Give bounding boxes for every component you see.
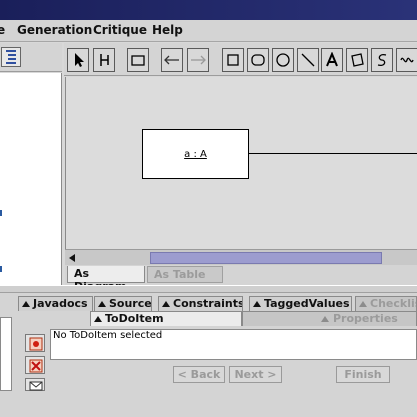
- email-todo-button[interactable]: [25, 378, 45, 391]
- rectangle-tool-button[interactable]: [222, 48, 244, 72]
- spline-tool-button[interactable]: [371, 48, 393, 72]
- new-todo-icon: [29, 337, 43, 351]
- class-icon: [131, 55, 145, 66]
- rounded-rectangle-tool-button[interactable]: [247, 48, 269, 72]
- menu-generation[interactable]: Generation: [17, 23, 92, 37]
- menu-file-partial[interactable]: e: [0, 23, 5, 37]
- navigator-toolbar: [0, 43, 62, 72]
- diagram-view-tabs: As Diagram As Table: [65, 265, 417, 293]
- class-node-label: a : A: [184, 149, 207, 160]
- resolve-todo-icon: [29, 359, 43, 373]
- ink-tool-button[interactable]: [396, 48, 417, 72]
- broom-icon: [100, 54, 109, 66]
- navigator-tree-pane[interactable]: [0, 73, 62, 285]
- wizard-finish-button[interactable]: Finish: [336, 366, 390, 383]
- rectangle-icon: [227, 54, 239, 66]
- tab-tagged-values[interactable]: TaggedValues: [249, 296, 352, 311]
- tab-triangle-icon: [98, 301, 106, 307]
- polygon-tool-button[interactable]: [346, 48, 368, 72]
- tab-triangle-icon: [321, 316, 329, 322]
- tab-todo-item[interactable]: ToDoItem: [90, 311, 242, 326]
- navigator-config-button[interactable]: [1, 47, 21, 67]
- window-title-bar: [0, 0, 417, 20]
- tab-triangle-icon: [359, 301, 367, 307]
- menu-critique[interactable]: Critique: [93, 23, 147, 37]
- list-config-icon: [6, 50, 16, 64]
- class-tool-button[interactable]: [127, 48, 149, 72]
- association-edge[interactable]: [249, 153, 417, 154]
- tab-constraints[interactable]: Constraints: [158, 296, 243, 311]
- text-tool-button[interactable]: [321, 48, 343, 72]
- tab-triangle-icon: [253, 301, 261, 307]
- menu-help[interactable]: Help: [152, 23, 183, 37]
- horizontal-scrollbar[interactable]: [65, 249, 417, 265]
- todo-list-pane[interactable]: [0, 317, 12, 391]
- polygon-icon: [351, 53, 364, 67]
- class-node[interactable]: a : A: [142, 129, 249, 179]
- tab-triangle-icon: [22, 301, 30, 307]
- line-tool-button[interactable]: [297, 48, 319, 72]
- new-todo-button[interactable]: [25, 334, 45, 352]
- tree-line-marker: [0, 210, 2, 216]
- wizard-back-button[interactable]: < Back: [173, 366, 225, 383]
- text-icon: [326, 52, 338, 67]
- tab-source[interactable]: Source: [94, 296, 152, 311]
- tab-as-table[interactable]: As Table: [147, 266, 223, 283]
- association-tool-button[interactable]: [161, 48, 183, 72]
- generalization-tool-button[interactable]: [187, 48, 209, 72]
- scroll-left-arrow-icon[interactable]: [69, 254, 75, 262]
- horizontal-splitter[interactable]: [0, 285, 417, 293]
- tab-properties[interactable]: Properties: [242, 311, 417, 326]
- circle-tool-button[interactable]: [272, 48, 294, 72]
- rounded-rectangle-icon: [251, 54, 265, 66]
- broom-tool-button[interactable]: [93, 48, 115, 72]
- ink-icon: [400, 57, 414, 63]
- association-icon: [164, 55, 179, 65]
- tab-as-diagram[interactable]: As Diagram: [67, 266, 145, 293]
- line-icon: [301, 53, 315, 67]
- spline-icon: [377, 53, 387, 67]
- todo-description-area[interactable]: No ToDoItem selected: [50, 329, 417, 360]
- tab-checklist[interactable]: Checklist: [355, 296, 417, 311]
- circle-icon: [276, 53, 290, 67]
- todo-status-text: No ToDoItem selected: [53, 330, 163, 341]
- menu-bar: e Generation Critique Help: [0, 20, 417, 42]
- scrollbar-thumb[interactable]: [150, 252, 382, 264]
- tab-triangle-icon: [162, 301, 170, 307]
- arrow-pointer-icon: [75, 53, 84, 67]
- tab-triangle-icon: [94, 316, 102, 322]
- generalization-icon: [191, 55, 206, 65]
- wizard-next-button[interactable]: Next >: [229, 366, 282, 383]
- mail-icon: [29, 381, 43, 391]
- select-tool-button[interactable]: [67, 48, 89, 72]
- resolve-todo-button[interactable]: [25, 356, 45, 374]
- tree-line-marker: [0, 266, 2, 272]
- tab-javadocs[interactable]: Javadocs: [18, 296, 93, 311]
